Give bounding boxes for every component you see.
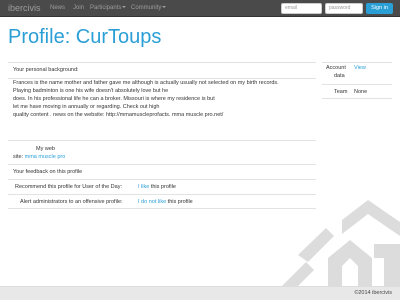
- background-header-row: Your personal background:: [8, 62, 316, 78]
- site-line: site: mma muscle pro: [13, 154, 65, 161]
- team-label: Team: [334, 89, 348, 95]
- like-link[interactable]: I like: [138, 184, 149, 190]
- account-label: Account: [326, 65, 346, 71]
- background-row: Frances is the name mother and father ga…: [8, 78, 316, 140]
- account-row: Account data View: [322, 62, 392, 84]
- team-value: None: [354, 89, 368, 95]
- chevron-down-icon: [122, 6, 127, 9]
- site-label: site:: [13, 154, 24, 160]
- feedback-header-row: Your feedback on this profile: [8, 164, 316, 179]
- password-field[interactable]: password: [325, 3, 363, 14]
- alert-label: Alert administrators to an offensive pro…: [20, 199, 123, 205]
- background-header: Your personal background:: [13, 67, 79, 73]
- background-line: let me have moving in annually or regard…: [13, 104, 160, 110]
- nav-participants-label: Participants: [90, 5, 122, 11]
- recommend-row: Recommend this profile for User of the D…: [8, 179, 316, 194]
- background-line: Frances is the name mother and father ga…: [13, 80, 279, 86]
- ibercivis-watermark-icon: [278, 200, 400, 290]
- recommend-cell: I like this profile: [138, 184, 176, 191]
- sign-in-button[interactable]: Sign in: [366, 3, 393, 14]
- alert-cell: I do not like this profile: [138, 199, 193, 206]
- nav-community-label: Community: [131, 5, 162, 11]
- team-row: Team None: [322, 84, 392, 99]
- nav-news[interactable]: News: [50, 5, 65, 11]
- recommend-label: Recommend this profile for User of the D…: [15, 184, 122, 190]
- dislike-link[interactable]: I do not like: [138, 199, 166, 205]
- nav-community[interactable]: Community: [131, 5, 167, 11]
- page-footer: ©2014 ibercivis: [0, 286, 400, 300]
- chevron-down-icon: [162, 6, 167, 9]
- brand-logo[interactable]: ibercivis: [8, 3, 41, 13]
- site-link[interactable]: mma muscle pro: [25, 154, 66, 160]
- nav-join[interactable]: Join: [73, 5, 84, 11]
- page-title: Profile: CurToups: [8, 26, 162, 48]
- top-navbar: ibercivis News Join Participants Communi…: [0, 0, 400, 17]
- feedback-header: Your feedback on this profile: [13, 169, 83, 175]
- account-view-link[interactable]: View: [354, 65, 366, 72]
- account-label-2: data: [334, 73, 345, 79]
- web-label: My web: [36, 146, 55, 152]
- nav-participants[interactable]: Participants: [90, 5, 127, 11]
- background-line: quality content . news on the website: h…: [13, 112, 224, 118]
- background-line: Playing badminton is one his wife doesn'…: [13, 88, 169, 94]
- recommend-suffix: this profile: [150, 184, 176, 190]
- alert-suffix: this profile: [167, 199, 193, 205]
- background-line: does. In his professional life he can a …: [13, 96, 215, 102]
- website-row: My web site: mma muscle pro: [8, 140, 316, 164]
- copyright-text: ©2014 ibercivis: [354, 290, 392, 296]
- email-field[interactable]: email: [281, 3, 322, 14]
